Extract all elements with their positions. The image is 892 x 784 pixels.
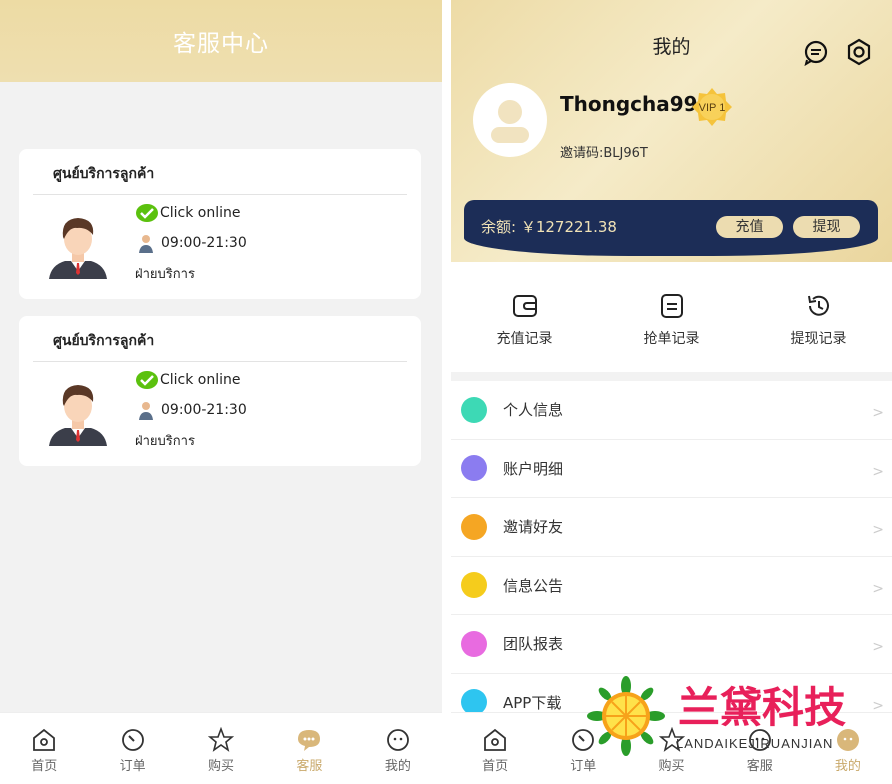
document-icon	[660, 294, 683, 318]
card-title: ศูนย์บริการลูกค้า	[53, 333, 155, 349]
history-icon	[807, 295, 829, 316]
tab-label: 客服	[296, 759, 323, 774]
section-gap	[451, 372, 892, 381]
message-icon[interactable]	[802, 38, 830, 66]
menu-item-account[interactable]: 账户明细 >	[451, 440, 892, 498]
menu-label: 邀请好友	[503, 518, 564, 537]
menu-label: 账户明细	[503, 459, 564, 478]
home-icon	[33, 728, 56, 751]
dept-text: ฝ่ายบริการ	[135, 434, 195, 449]
user-placeholder-icon	[491, 100, 529, 143]
divider	[33, 361, 407, 362]
grab-records[interactable]: 抢单记录	[598, 262, 745, 372]
tab-home[interactable]: 首页	[0, 713, 88, 784]
withdraw-button[interactable]: 提现	[793, 216, 860, 238]
header: 客服中心	[0, 0, 442, 82]
service-card[interactable]: ศูนย์บริการลูกค้า Click online 09:00-21:…	[19, 316, 421, 466]
settings-icon[interactable]	[845, 38, 873, 66]
quick-actions: 充值记录 抢单记录 提现记录	[451, 262, 892, 372]
dept-text: ฝ่ายบริการ	[135, 267, 195, 282]
chat-icon	[461, 572, 487, 599]
menu-label: APP下载	[503, 693, 562, 712]
user-icon	[461, 396, 487, 423]
star-icon	[208, 727, 235, 752]
hours-text: 09:00-21:30	[161, 402, 247, 418]
home-icon	[484, 728, 506, 751]
recharge-button[interactable]: 充值	[716, 216, 783, 238]
menu-label: 信息公告	[503, 576, 564, 595]
tab-label: 订单	[570, 759, 597, 774]
vip-badge-icon: VIP 1	[692, 88, 732, 126]
tab-label: 首页	[31, 759, 58, 774]
watermark-brand: 兰黛科技	[678, 683, 846, 732]
chat-bubble-icon	[298, 730, 321, 751]
orange-slice-icon	[587, 676, 665, 756]
menu-label: 团队报表	[503, 635, 564, 654]
status-text[interactable]: Click online	[160, 372, 241, 388]
tab-label: 客服	[746, 759, 773, 774]
balance-label: 余额: ￥127221.38	[481, 218, 617, 236]
withdraw-records[interactable]: 提现记录	[745, 262, 892, 372]
agent-mini-icon	[139, 235, 153, 253]
check-chat-icon	[136, 204, 158, 222]
tab-label: 首页	[482, 759, 509, 774]
hours-row: 09:00-21:30	[135, 233, 247, 253]
profile-screen: 我的 Thongcha99 VIP 1 邀请码:BLJ96T 余额: ￥1272…	[451, 0, 892, 784]
chevron-right-icon: >	[872, 580, 884, 597]
hours-row: 09:00-21:30	[135, 400, 247, 420]
chevron-right-icon: >	[872, 639, 884, 655]
menu-item-invite[interactable]: 邀请好友 >	[451, 498, 892, 557]
tab-label: 我的	[834, 759, 861, 774]
face-icon	[386, 729, 409, 751]
status-row[interactable]: Click online	[135, 370, 241, 390]
service-card[interactable]: ศูนย์บริการลูกค้า Click online 09:00-21:…	[19, 149, 421, 299]
tab-mine[interactable]: 我的	[354, 713, 442, 784]
quick-label: 充值记录	[496, 331, 553, 347]
agent-avatar-icon	[49, 385, 107, 446]
chevron-right-icon: >	[872, 522, 884, 538]
ledger-icon	[461, 455, 487, 482]
tab-label: 购买	[208, 759, 235, 774]
avatar[interactable]	[473, 83, 547, 157]
chevron-right-icon: >	[872, 463, 884, 480]
tab-label: 我的	[384, 759, 411, 774]
wallet-icon	[512, 295, 537, 317]
invite-code: 邀请码:BLJ96T	[560, 146, 648, 161]
watermark-sub: LANDAIKEJIRUANJIAN	[676, 736, 833, 751]
tab-orders[interactable]: 订单	[88, 713, 176, 784]
watermark-logo: 兰黛科技 LANDAIKEJIRUANJIAN	[587, 676, 846, 756]
menu-item-team[interactable]: 团队报表 >	[451, 615, 892, 674]
gauge-icon	[121, 729, 144, 751]
username: Thongcha99	[560, 92, 698, 116]
agent-mini-icon	[139, 402, 153, 420]
team-icon	[461, 630, 487, 657]
tab-label: 订单	[119, 759, 146, 774]
agent-avatar-icon	[49, 218, 107, 279]
status-text[interactable]: Click online	[160, 205, 241, 221]
recharge-records[interactable]: 充值记录	[451, 262, 598, 372]
chevron-right-icon: >	[872, 405, 884, 421]
customer-service-screen: 客服中心 ศูนย์บริการลูกค้า Click online 09:0…	[0, 0, 442, 784]
quick-label: 抢单记录	[643, 331, 700, 347]
vip-label: VIP 1	[699, 102, 726, 114]
bottom-tabbar: 首页 订单 购买 客服 我的	[0, 712, 442, 784]
tab-service[interactable]: 客服	[265, 713, 353, 784]
balance-card: 余额: ￥127221.38 充值 提现	[464, 200, 878, 256]
profile-header: 我的 Thongcha99 VIP 1 邀请码:BLJ96T 余额: ￥1272…	[451, 0, 892, 262]
card-title: ศูนย์บริการลูกค้า	[53, 166, 155, 182]
hours-text: 09:00-21:30	[161, 235, 247, 251]
tab-buy[interactable]: 购买	[177, 713, 265, 784]
menu-item-profile[interactable]: 个人信息 >	[451, 381, 892, 440]
menu-item-notices[interactable]: 信息公告 >	[451, 557, 892, 615]
divider	[33, 194, 407, 195]
check-chat-icon	[136, 371, 158, 389]
tab-home[interactable]: 首页	[451, 713, 539, 784]
tab-label: 购买	[658, 759, 685, 774]
page-title: 客服中心	[173, 31, 269, 57]
star-badge-icon	[461, 513, 487, 540]
menu-label: 个人信息	[503, 401, 564, 420]
quick-label: 提现记录	[790, 331, 847, 347]
status-row[interactable]: Click online	[135, 203, 241, 223]
